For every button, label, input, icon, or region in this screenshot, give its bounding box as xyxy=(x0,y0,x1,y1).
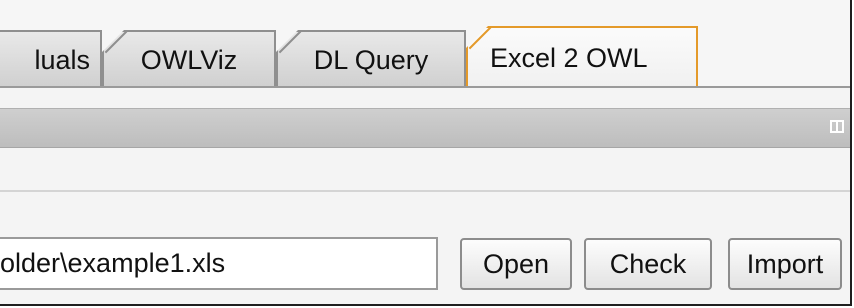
open-button[interactable]: Open xyxy=(460,238,572,290)
maximize-icon[interactable] xyxy=(830,120,844,133)
tab-corner xyxy=(466,26,488,48)
check-button[interactable]: Check xyxy=(584,238,712,290)
excel2owl-panel: luals OWLViz DL Query Excel 2 OWL Open C… xyxy=(0,0,852,306)
tab-individuals[interactable]: luals xyxy=(0,30,102,88)
tab-strip-baseline xyxy=(0,86,850,88)
tab-corner xyxy=(276,30,298,52)
file-path-input[interactable] xyxy=(0,237,438,290)
tab-label: Excel 2 OWL xyxy=(490,42,648,73)
tab-label: luals xyxy=(34,44,90,75)
import-button[interactable]: Import xyxy=(728,238,842,290)
section-divider xyxy=(0,190,850,192)
tab-label: OWLViz xyxy=(140,44,238,75)
tab-label: DL Query xyxy=(313,44,429,75)
tab-strip: luals OWLViz DL Query Excel 2 OWL xyxy=(0,0,850,88)
view-title-bar xyxy=(0,108,850,148)
tab-owlviz[interactable]: OWLViz xyxy=(102,30,276,88)
tab-corner xyxy=(102,30,124,52)
tab-excel-2-owl[interactable]: Excel 2 OWL xyxy=(466,26,698,88)
tab-dl-query[interactable]: DL Query xyxy=(276,30,466,88)
